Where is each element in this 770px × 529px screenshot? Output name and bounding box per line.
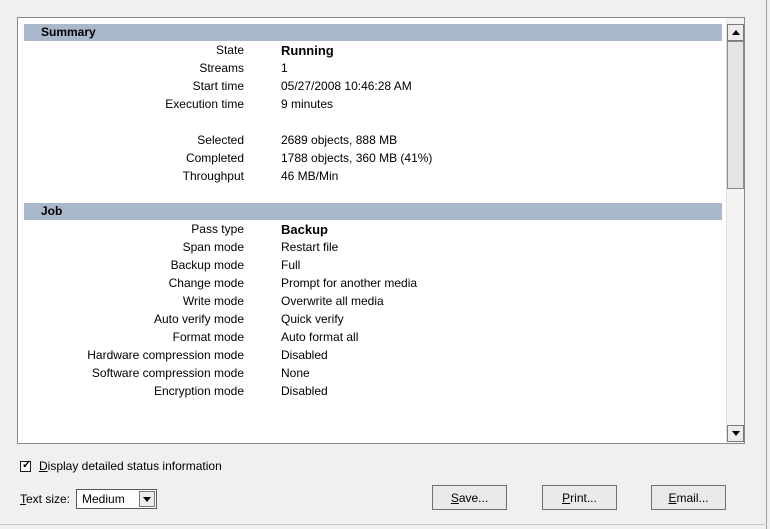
row-value: Disabled [281,384,328,398]
row-label: Selected [197,133,244,147]
row-value: None [281,366,310,380]
row-label: Streams [199,61,244,75]
row-value: Restart file [281,240,339,254]
status-content: Summary State Running Streams 1 Start ti… [24,24,722,400]
row-value: 05/27/2008 10:46:28 AM [281,79,412,93]
row-label: Encryption mode [153,384,244,398]
row-value: Quick verify [281,312,344,326]
row-value: Disabled [281,348,328,362]
row-label: Auto verify mode [153,312,244,326]
row-label: Write mode [182,294,244,308]
job-row-format-mode: Format mode Auto format all [24,328,722,346]
window-right-edge [766,0,767,529]
row-label: Format mode [172,330,244,344]
save-button[interactable]: Save... [432,485,507,510]
vertical-scrollbar[interactable] [726,18,744,443]
text-size-value: Medium [82,492,125,506]
text-size-select[interactable]: Medium [76,489,158,509]
text-size-control: Text size: Medium [20,488,158,510]
job-row-backup-mode: Backup mode Full [24,256,722,274]
job-row-pass-type: Pass type Backup [24,220,722,238]
row-label: Hardware compression mode [87,348,244,362]
check-icon: ✓ [22,458,32,471]
row-value: 1 [281,61,288,75]
job-section-header: Job [24,203,722,220]
scroll-thumb[interactable] [727,41,744,189]
job-row-auto-verify-mode: Auto verify mode Quick verify [24,310,722,328]
scroll-up-button[interactable] [727,24,744,41]
text-size-dropdown-button[interactable] [139,491,156,507]
row-label: Backup mode [170,258,244,272]
row-value: Prompt for another media [281,276,418,290]
job-row-span-mode: Span mode Restart file [24,238,722,256]
row-value: Auto format all [281,330,359,344]
row-value: 2689 objects, 888 MB [281,133,398,147]
job-header-label: Job [41,204,63,218]
row-label: Completed [185,151,244,165]
row-label: Change mode [168,276,244,290]
text-size-label: Text size: [20,492,71,506]
summary-header-label: Summary [41,25,96,39]
row-value: Running [281,43,334,58]
summary-row-throughput: Throughput 46 MB/Min [24,167,722,185]
row-label: Pass type [191,222,244,236]
row-label: Start time [192,79,244,93]
arrow-down-icon [731,431,740,436]
summary-row-streams: Streams 1 [24,59,722,77]
summary-row-selected: Selected 2689 objects, 888 MB [24,131,722,149]
scroll-down-button[interactable] [727,425,744,442]
job-row-software-compression-mode: Software compression mode None [24,364,722,382]
summary-row-completed: Completed 1788 objects, 360 MB (41%) [24,149,722,167]
job-row-write-mode: Write mode Overwrite all media [24,292,722,310]
window-bottom-edge [0,524,767,525]
status-details-pane[interactable]: Summary State Running Streams 1 Start ti… [17,17,745,444]
summary-row-start-time: Start time 05/27/2008 10:46:28 AM [24,77,722,95]
chevron-down-icon [143,496,152,502]
row-label: Execution time [165,97,244,111]
row-value: 46 MB/Min [281,169,339,183]
arrow-up-icon [731,30,740,35]
summary-row-execution-time: Execution time 9 minutes [24,95,722,113]
row-value: 1788 objects, 360 MB (41%) [281,151,433,165]
job-row-hardware-compression-mode: Hardware compression mode Disabled [24,346,722,364]
job-row-encryption-mode: Encryption mode Disabled [24,382,722,400]
detailed-status-option[interactable]: ✓ Display detailed status information [20,458,222,474]
email-button[interactable]: Email... [651,485,726,510]
row-label: Span mode [182,240,244,254]
job-row-change-mode: Change mode Prompt for another media [24,274,722,292]
row-label: Software compression mode [91,366,244,380]
print-button[interactable]: Print... [542,485,617,510]
row-value: 9 minutes [281,97,334,111]
detailed-status-checkbox[interactable]: ✓ [20,458,32,472]
row-value: Full [281,258,301,272]
summary-section-header: Summary [24,24,722,41]
row-value: Backup [281,222,328,237]
row-value: Overwrite all media [281,294,384,308]
row-label: Throughput [182,169,244,183]
row-label: State [215,43,244,57]
detailed-status-label[interactable]: Display detailed status information [39,459,222,473]
summary-row-state: State Running [24,41,722,59]
